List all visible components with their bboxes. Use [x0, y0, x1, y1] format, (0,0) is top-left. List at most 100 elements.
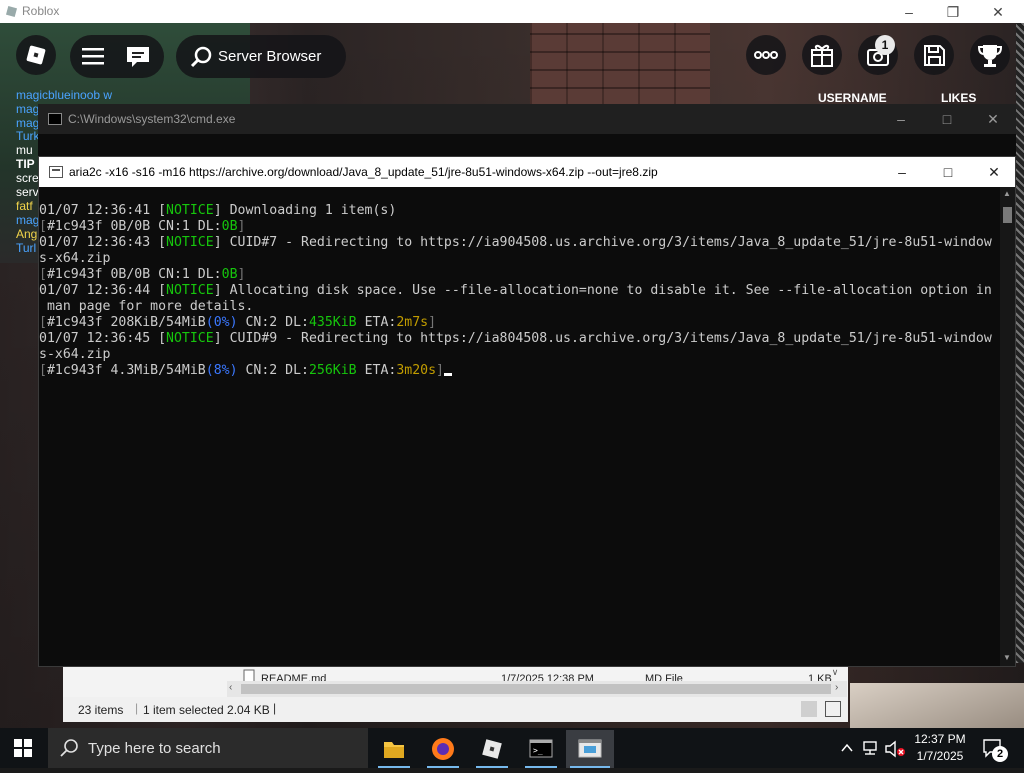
taskbar-search-box[interactable]: Type here to search — [48, 728, 368, 768]
save-icon — [924, 45, 945, 66]
large-icons-view-icon[interactable] — [825, 701, 841, 717]
status-divider: | — [135, 701, 139, 715]
status-divider: | — [273, 701, 277, 715]
terminal-text: s-x64.zip — [39, 251, 111, 266]
terminal-text: man page for more details. — [39, 299, 254, 314]
trophy-icon — [977, 45, 1003, 67]
chat-line: magicblueinoob w — [16, 88, 113, 102]
cmd-icon — [48, 113, 62, 125]
terminal-text: NOTICE — [166, 203, 214, 218]
minimize-button[interactable]: – — [886, 2, 932, 22]
taskbar-roblox[interactable] — [468, 730, 516, 768]
terminal-line: [#1c943f 4.3MiB/54MiB(8%) CN:2 DL:256KiB… — [39, 363, 999, 379]
volume-muted-icon[interactable] — [884, 740, 906, 758]
cmd-back-titlebar[interactable]: C:\Windows\system32\cmd.exe – □ ✕ — [38, 104, 1016, 134]
terminal-text: 01/07 12:36:44 [ — [39, 283, 167, 298]
hamburger-menu-icon[interactable] — [82, 46, 104, 66]
terminal-text: 0B — [221, 219, 238, 234]
roblox-left-pill — [70, 35, 164, 78]
terminal-text: NOTICE — [166, 331, 214, 346]
leaderboard-button[interactable] — [970, 35, 1010, 75]
terminal-text: ETA: — [356, 315, 397, 330]
windows-start-icon[interactable] — [14, 739, 32, 757]
terminal-text: #1c943f 0B/0B CN:1 DL: — [46, 267, 222, 282]
explorer-status-bar: 23 items | 1 item selected 2.04 KB | — [63, 697, 848, 722]
scroll-left-arrow-icon[interactable]: ‹ — [229, 682, 232, 693]
details-view-icon[interactable] — [801, 701, 817, 717]
terminal-text: CN:2 DL: — [237, 315, 309, 330]
scroll-down-arrow-icon[interactable]: ▼ — [1003, 653, 1011, 662]
aria2c-minimize-button[interactable]: – — [879, 157, 925, 187]
scrollbar-thumb[interactable] — [1003, 207, 1012, 223]
terminal-text: ] CUID#7 - Redirecting to https://ia9045… — [213, 235, 992, 250]
aria2c-window[interactable]: aria2c -x16 -s16 -m16 https://archive.or… — [38, 156, 1016, 667]
status-selection: 1 item selected 2.04 KB — [143, 703, 270, 717]
terminal-scrollbar[interactable]: ▲ ▼ — [1000, 187, 1015, 666]
terminal-text: 01/07 12:36:43 [ — [39, 235, 167, 250]
chat-line: mag — [16, 102, 40, 116]
chat-icon[interactable] — [125, 45, 151, 69]
scrollbar-thumb[interactable] — [241, 684, 831, 694]
taskbar-file-explorer[interactable] — [370, 730, 418, 768]
terminal-text: ] — [237, 219, 246, 234]
terminal-text: ] Downloading 1 item(s) — [213, 203, 397, 218]
roblox-app-icon — [5, 5, 18, 18]
more-options-button[interactable] — [746, 35, 786, 75]
network-icon[interactable] — [862, 740, 880, 756]
terminal-text: ] — [436, 363, 444, 378]
cmd-back-minimize-button[interactable]: – — [878, 104, 924, 134]
taskbar-cmd[interactable]: >_ — [517, 730, 565, 768]
terminal-text: ] — [428, 315, 437, 330]
chat-line: mag — [16, 116, 40, 130]
scroll-up-arrow-icon[interactable]: ▲ — [1003, 189, 1011, 198]
file-date: 1/7/2025 12:38 PM — [501, 673, 594, 681]
cmd-back-maximize-button[interactable]: □ — [924, 104, 970, 134]
horizontal-scrollbar[interactable]: ‹ › — [227, 681, 847, 697]
file-row[interactable]: README.md 1/7/2025 12:38 PM MD File 1 KB — [63, 667, 848, 681]
save-button[interactable] — [914, 35, 954, 75]
taskbar-clock[interactable]: 12:37 PM 1/7/2025 — [906, 731, 974, 765]
scroll-down-arrow-icon[interactable]: ∨ — [825, 667, 845, 681]
terminal-text: ] — [237, 267, 246, 282]
server-browser-button[interactable]: Server Browser — [176, 35, 346, 78]
terminal-text: [ — [39, 219, 47, 234]
terminal-line: s-x64.zip — [39, 347, 999, 363]
aria2c-titlebar[interactable]: aria2c -x16 -s16 -m16 https://archive.or… — [39, 157, 1015, 187]
terminal-text: #1c943f 208KiB/54MiB — [46, 315, 206, 330]
terminal-line: 01/07 12:36:43 [NOTICE] CUID#7 - Redirec… — [39, 235, 999, 251]
terminal-line: [#1c943f 208KiB/54MiB(0%) CN:2 DL:435KiB… — [39, 315, 999, 331]
folder-icon — [384, 742, 404, 758]
chevron-up-icon[interactable] — [840, 741, 854, 755]
chat-line: mag — [16, 213, 40, 227]
taskbar-firefox[interactable] — [419, 730, 467, 768]
chat-line: Turk — [16, 129, 40, 143]
roblox-window-title: Roblox — [22, 4, 60, 18]
chat-line: fatf — [16, 199, 33, 213]
console-window-icon — [578, 739, 602, 758]
scroll-right-arrow-icon[interactable]: › — [835, 682, 838, 693]
roblox-titlebar: Roblox – ❐ ✕ — [0, 0, 1024, 23]
chat-line: serv — [16, 185, 39, 199]
aria2c-close-button[interactable]: ✕ — [971, 157, 1017, 187]
search-placeholder: Type here to search — [88, 740, 221, 757]
notification-badge: 1 — [875, 35, 895, 55]
terminal-text: #1c943f 4.3MiB/54MiB — [46, 363, 206, 378]
aria2c-maximize-button[interactable]: □ — [925, 157, 971, 187]
chat-line: mu — [16, 143, 33, 157]
terminal-text: 01/07 12:36:41 [ — [39, 203, 167, 218]
terminal-line: man page for more details. — [39, 299, 999, 315]
server-browser-label: Server Browser — [218, 48, 322, 65]
gift-button[interactable] — [802, 35, 842, 75]
restore-button[interactable]: ❐ — [930, 2, 976, 22]
firefox-icon — [432, 738, 454, 760]
terminal-text: ] CUID#9 - Redirecting to https://ia8045… — [213, 331, 992, 346]
close-button[interactable]: ✕ — [975, 2, 1021, 22]
terminal-text: 2m7s — [396, 315, 429, 330]
taskbar-console-active[interactable] — [566, 730, 614, 768]
terminal-text: [ — [39, 315, 47, 330]
terminal-output[interactable]: 01/07 12:36:41 [NOTICE] Downloading 1 it… — [39, 187, 999, 666]
cmd-back-close-button[interactable]: ✕ — [970, 104, 1016, 134]
terminal-text: (8%) — [205, 363, 238, 378]
terminal-text: (0%) — [205, 315, 238, 330]
roblox-menu-logo-button[interactable] — [16, 35, 56, 75]
